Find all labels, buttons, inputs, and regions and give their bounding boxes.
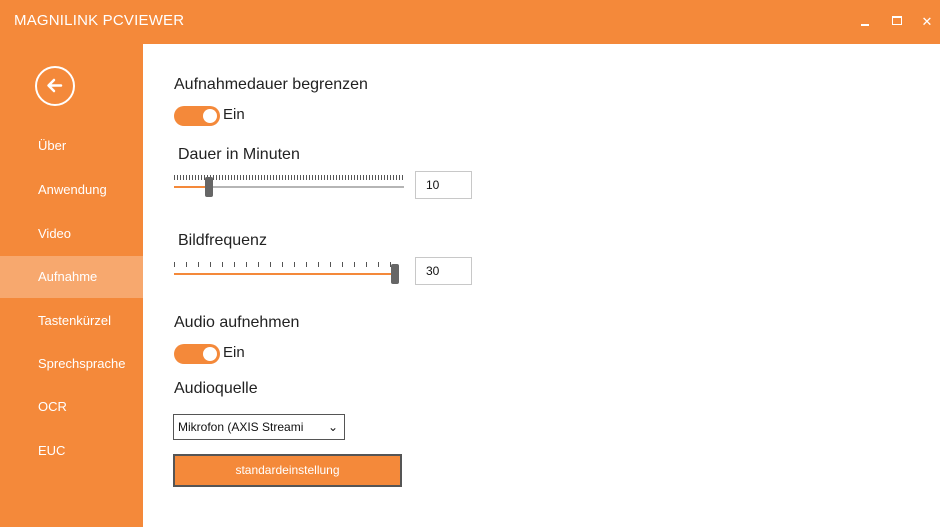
limit-duration-label: Aufnahmedauer begrenzen — [174, 76, 368, 93]
minimize-button[interactable] — [850, 0, 880, 44]
limit-duration-state: Ein — [223, 106, 245, 123]
record-audio-label: Audio aufnehmen — [174, 314, 300, 331]
toggle-knob — [203, 109, 217, 123]
maximize-button[interactable] — [882, 0, 912, 44]
app-title: MAGNILINK PCVIEWER — [14, 12, 185, 29]
settings-panel: Aufnahmedauer begrenzen Ein Dauer in Min… — [143, 44, 940, 527]
toggle-knob — [203, 347, 217, 361]
duration-label: Dauer in Minuten — [178, 146, 300, 163]
minimize-icon — [861, 24, 869, 26]
slider-fill — [174, 186, 209, 188]
back-button[interactable] — [35, 66, 75, 106]
reset-defaults-button[interactable]: standardeinstellung — [173, 454, 402, 487]
sidebar-item-ocr[interactable]: OCR — [0, 386, 143, 428]
record-audio-state: Ein — [223, 344, 245, 361]
audio-source-value: Mikrofon (AXIS Streami — [178, 420, 304, 434]
close-button[interactable]: ✕ — [912, 0, 940, 44]
framerate-slider[interactable] — [174, 259, 399, 285]
framerate-value-field[interactable]: 30 — [415, 257, 472, 285]
audio-source-select[interactable]: Mikrofon (AXIS Streami ⌄ — [173, 414, 345, 440]
slider-fill — [174, 273, 399, 275]
chevron-down-icon: ⌄ — [327, 420, 338, 434]
slider-thumb[interactable] — [391, 264, 399, 284]
maximize-icon — [892, 16, 902, 25]
duration-value-field[interactable]: 10 — [415, 171, 472, 199]
sidebar-item-anwendung[interactable]: Anwendung — [0, 169, 143, 211]
close-icon: ✕ — [921, 14, 933, 29]
sidebar-item-video[interactable]: Video — [0, 213, 143, 255]
sidebar-item-ueber[interactable]: Über — [0, 125, 143, 167]
sidebar-item-aufnahme[interactable]: Aufnahme — [0, 256, 143, 298]
record-audio-toggle[interactable] — [174, 344, 220, 364]
slider-ticks — [174, 262, 399, 267]
arrow-left-circle-icon — [47, 78, 63, 93]
audio-source-label: Audioquelle — [174, 380, 258, 397]
title-bar: MAGNILINK PCVIEWER ✕ — [0, 0, 940, 44]
sidebar-item-euc[interactable]: EUC — [0, 430, 143, 472]
framerate-label: Bildfrequenz — [178, 232, 267, 249]
duration-slider[interactable] — [174, 172, 404, 198]
sidebar-item-sprechsprache[interactable]: Sprechsprache — [0, 343, 143, 385]
sidebar-item-tastenkuerzel[interactable]: Tastenkürzel — [0, 300, 143, 342]
sidebar: Über Anwendung Video Aufnahme Tastenkürz… — [0, 44, 143, 527]
limit-duration-toggle[interactable] — [174, 106, 220, 126]
slider-thumb[interactable] — [204, 177, 213, 197]
